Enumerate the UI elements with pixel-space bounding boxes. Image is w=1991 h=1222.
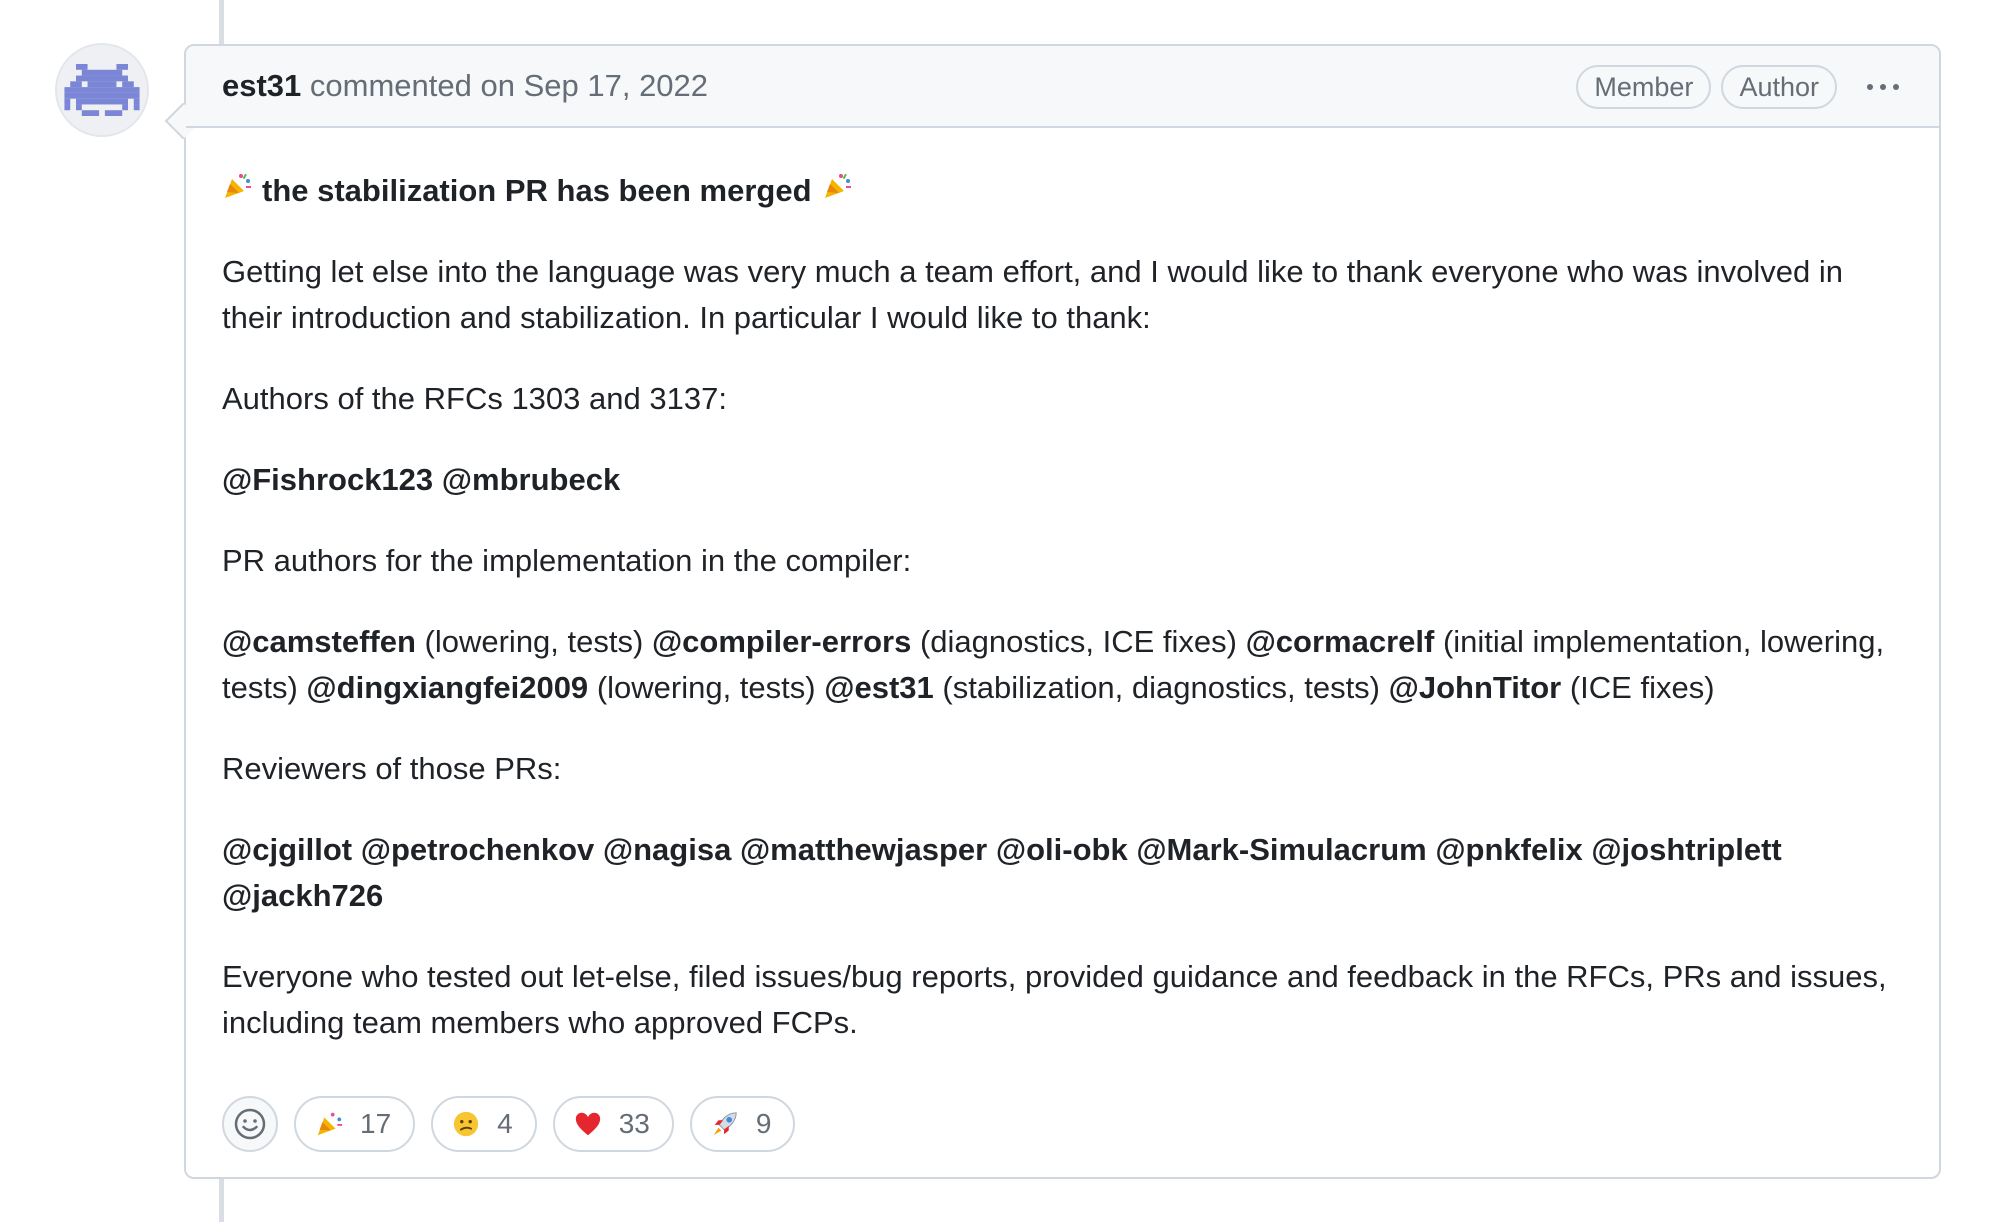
mention-link[interactable]: @JohnTitor xyxy=(1389,670,1562,705)
rocket-icon xyxy=(710,1109,740,1139)
comment-title-text: the stabilization PR has been merged xyxy=(262,173,812,208)
comment-timestamp[interactable]: commented on Sep 17, 2022 xyxy=(310,68,708,103)
contribution-note: (lowering, tests) xyxy=(596,670,816,705)
mention-link[interactable]: @cjgillot xyxy=(222,832,352,867)
comment-card: est31 commented on Sep 17, 2022 Member A… xyxy=(164,44,1941,1179)
mention-link[interactable]: @camsteffen xyxy=(222,624,416,659)
reaction-confused-button[interactable]: 4 xyxy=(431,1096,537,1152)
mention-link[interactable]: @est31 xyxy=(824,670,934,705)
comment-body: the stabilization PR has been merged Get… xyxy=(186,128,1939,1046)
heart-icon xyxy=(573,1109,603,1139)
smiley-icon xyxy=(234,1108,266,1140)
reviewers-list: @cjgillot @petrochenkov @nagisa @matthew… xyxy=(222,827,1903,919)
contribution-note: (stabilization, diagnostics, tests) xyxy=(942,670,1381,705)
comment-meta: est31 commented on Sep 17, 2022 xyxy=(222,68,708,104)
mention-link[interactable]: @petrochenkov xyxy=(361,832,595,867)
mention-link[interactable]: @pnkfelix xyxy=(1435,832,1582,867)
rfc-heading: Authors of the RFCs 1303 and 3137: xyxy=(222,381,727,416)
party-popper-icon xyxy=(222,168,252,214)
header-actions: Member Author xyxy=(1576,46,1903,128)
reactions-bar: 17 4 33 9 xyxy=(222,1096,796,1152)
contribution-note: (diagnostics, ICE fixes) xyxy=(919,624,1237,659)
mention-link[interactable]: @Fishrock123 xyxy=(222,462,433,497)
mention-link[interactable]: @matthewjasper xyxy=(740,832,987,867)
pr-heading: PR authors for the implementation in the… xyxy=(222,543,912,578)
confused-face-icon xyxy=(451,1109,481,1139)
mention-link[interactable]: @oli-obk xyxy=(996,832,1128,867)
mention-link[interactable]: @nagisa xyxy=(603,832,731,867)
pr-authors: @camsteffen (lowering, tests) @compiler-… xyxy=(222,619,1903,711)
more-options-icon[interactable] xyxy=(1863,67,1903,107)
mention-link[interactable]: @mbrubeck xyxy=(442,462,620,497)
party-popper-icon xyxy=(314,1109,344,1139)
reaction-count: 33 xyxy=(618,1108,650,1139)
reaction-rocket-button[interactable]: 9 xyxy=(689,1096,796,1152)
reaction-count: 9 xyxy=(755,1108,772,1139)
intro-paragraph: Getting let else into the language was v… xyxy=(222,254,1843,335)
comment-header: est31 commented on Sep 17, 2022 Member A… xyxy=(186,46,1939,128)
comment-title: the stabilization PR has been merged xyxy=(222,168,1903,214)
contribution-note: (ICE fixes) xyxy=(1569,670,1715,705)
space-invader-avatar-icon xyxy=(64,64,140,116)
mention-link[interactable]: @joshtriplett xyxy=(1591,832,1781,867)
mention-link[interactable]: @Mark-Simulacrum xyxy=(1136,832,1426,867)
rfc-authors: @Fishrock123 @mbrubeck xyxy=(222,457,1903,503)
add-reaction-button[interactable] xyxy=(222,1096,278,1152)
author-badge: Author xyxy=(1721,65,1837,109)
reaction-heart-button[interactable]: 33 xyxy=(552,1096,674,1152)
reaction-count: 4 xyxy=(497,1108,513,1139)
reaction-count: 17 xyxy=(360,1108,392,1139)
reviewers-heading: Reviewers of those PRs: xyxy=(222,751,562,786)
reaction-hooray-button[interactable]: 17 xyxy=(294,1096,416,1152)
mention-link[interactable]: @cormacrelf xyxy=(1246,624,1435,659)
member-badge: Member xyxy=(1576,65,1712,109)
author-link[interactable]: est31 xyxy=(222,68,301,103)
mention-link[interactable]: @compiler-errors xyxy=(652,624,911,659)
closing-paragraph: Everyone who tested out let-else, filed … xyxy=(222,959,1887,1040)
contribution-note: (lowering, tests) xyxy=(424,624,644,659)
mention-link[interactable]: @dingxiangfei2009 xyxy=(306,670,588,705)
avatar[interactable] xyxy=(55,43,149,137)
mention-link[interactable]: @jackh726 xyxy=(222,878,383,913)
party-popper-icon xyxy=(822,168,852,214)
